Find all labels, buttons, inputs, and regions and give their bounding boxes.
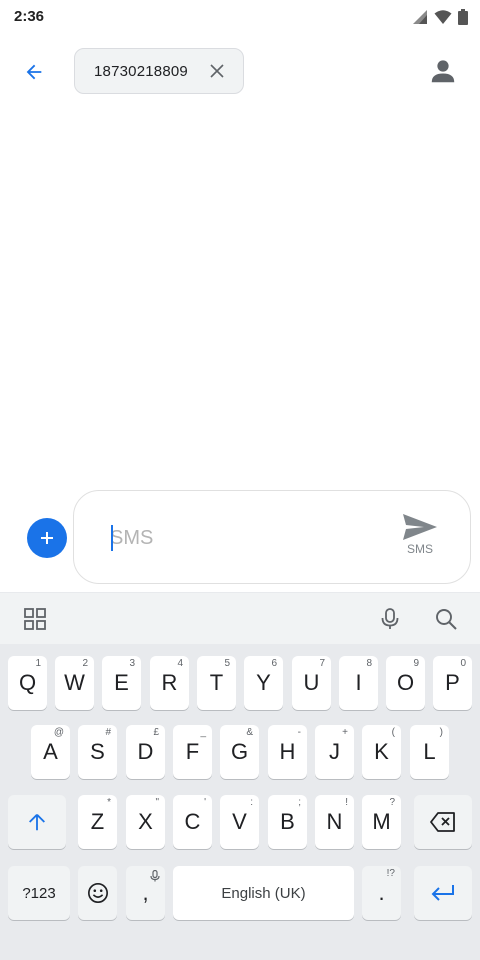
- wifi-icon: [434, 10, 452, 24]
- send-icon: [403, 514, 437, 540]
- keyboard-toolbar: [0, 592, 480, 644]
- key-b[interactable]: B;: [268, 795, 307, 849]
- key-s[interactable]: S #: [78, 725, 117, 779]
- compose-box: SMS: [73, 490, 471, 584]
- app-bar: 18730218809: [0, 34, 480, 106]
- text-cursor: [111, 525, 113, 551]
- signal-icon: [413, 10, 427, 24]
- backspace-key[interactable]: [414, 795, 472, 849]
- microphone-small-icon: [150, 870, 160, 882]
- message-input[interactable]: [110, 521, 380, 555]
- close-icon[interactable]: [209, 63, 225, 79]
- key-d[interactable]: D £: [126, 725, 165, 779]
- key-n[interactable]: N!: [315, 795, 354, 849]
- key-p[interactable]: P0: [433, 656, 472, 710]
- plus-icon: [41, 532, 53, 544]
- microphone-icon[interactable]: [378, 607, 402, 631]
- add-attachment-button[interactable]: [27, 518, 67, 558]
- search-icon[interactable]: [434, 607, 458, 631]
- key-c[interactable]: C ': [173, 795, 212, 849]
- key-m[interactable]: M?: [362, 795, 401, 849]
- key-r[interactable]: R4: [150, 656, 189, 710]
- shift-arrow-icon: [29, 814, 45, 831]
- space-key[interactable]: English (UK): [173, 866, 354, 920]
- enter-icon: [431, 885, 454, 901]
- back-button[interactable]: [16, 54, 52, 90]
- status-time: 2:36: [14, 8, 45, 25]
- key-v[interactable]: V:: [220, 795, 259, 849]
- keyboard: Q1 W2 E3 R4 T5 Y6 U7 I8 O9 P0 A @ S # D £ F…: [0, 644, 480, 960]
- key-g[interactable]: G &: [220, 725, 259, 779]
- recipient-number: 18730218809: [94, 62, 188, 80]
- battery-icon: [458, 9, 468, 25]
- send-button[interactable]: SMS: [398, 513, 442, 559]
- person-icon[interactable]: [428, 56, 458, 86]
- arrow-back-icon: [26, 64, 42, 80]
- key-j[interactable]: J +: [315, 725, 354, 779]
- recipient-chip[interactable]: 18730218809: [74, 48, 244, 94]
- key-q[interactable]: Q1: [8, 656, 47, 710]
- key-w[interactable]: W2: [55, 656, 94, 710]
- enter-key[interactable]: [414, 866, 472, 920]
- key-h[interactable]: H-: [268, 725, 307, 779]
- comma-key[interactable]: ,: [126, 866, 165, 920]
- send-label: SMS: [406, 542, 433, 556]
- apps-grid-icon[interactable]: [23, 607, 47, 631]
- backspace-icon: [430, 812, 455, 832]
- shift-key[interactable]: [8, 795, 66, 849]
- key-x[interactable]: X ": [126, 795, 165, 849]
- emoji-key[interactable]: [78, 866, 117, 920]
- key-l[interactable]: L): [410, 725, 449, 779]
- symbols-key[interactable]: ?123: [8, 866, 70, 920]
- key-y[interactable]: Y6: [244, 656, 283, 710]
- period-key[interactable]: .!?: [362, 866, 401, 920]
- key-i[interactable]: I8: [339, 656, 378, 710]
- key-k[interactable]: K(: [362, 725, 401, 779]
- key-u[interactable]: U7: [292, 656, 331, 710]
- status-bar: 2:36: [0, 0, 480, 34]
- key-o[interactable]: O9: [386, 656, 425, 710]
- key-t[interactable]: T5: [197, 656, 236, 710]
- key-f[interactable]: F _: [173, 725, 212, 779]
- key-e[interactable]: E3: [102, 656, 141, 710]
- emoji-icon: [87, 883, 108, 903]
- key-z[interactable]: Z *: [78, 795, 117, 849]
- key-a[interactable]: A @: [31, 725, 70, 779]
